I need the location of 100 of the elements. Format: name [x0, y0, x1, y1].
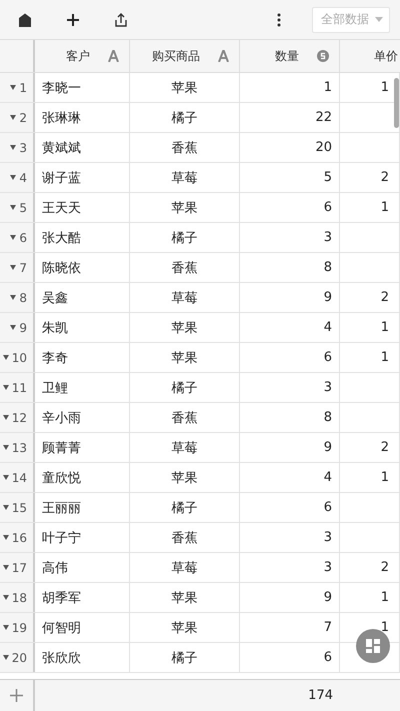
home-icon [18, 12, 32, 26]
share-icon [115, 12, 127, 26]
table-cell: 朱凯 [35, 313, 130, 342]
plus-icon [67, 14, 79, 26]
table-cell: 叶子宁 [35, 523, 130, 552]
table-cell: 橘子 [130, 373, 240, 402]
row-number[interactable]: 1 [0, 73, 35, 102]
column-header[interactable]: 单价 [374, 48, 398, 64]
table-cell: 2 [340, 163, 400, 192]
row-number[interactable]: 16 [0, 523, 35, 552]
table-cell: 苹果 [130, 613, 240, 642]
table-cell: 草莓 [130, 553, 240, 582]
table-cell: 吴鑫 [35, 283, 130, 312]
row-number[interactable]: 17 [0, 553, 35, 582]
caret-icon [2, 535, 9, 540]
table-cell: 李晓一 [35, 73, 130, 102]
table-cell: 4 [240, 463, 340, 492]
text-type-icon [108, 50, 119, 62]
column-header[interactable]: 数量 [240, 40, 340, 72]
table-cell: 胡季军 [35, 583, 130, 612]
more-icon [277, 12, 281, 26]
table-cell: 3 [240, 373, 340, 402]
row-number[interactable]: 8 [0, 283, 35, 312]
caret-icon [2, 355, 9, 360]
table-cell: 草莓 [130, 283, 240, 312]
row-number[interactable]: 11 [0, 373, 35, 402]
row-number[interactable]: 2 [0, 103, 35, 132]
row-number[interactable]: 3 [0, 133, 35, 162]
table-cell: 香蕉 [130, 133, 240, 162]
row-number[interactable]: 13 [0, 433, 35, 462]
table-cell: 2 [340, 553, 400, 582]
table-cell: 苹果 [130, 73, 240, 102]
table-cell: 7 [240, 613, 340, 642]
column-header[interactable]: 客户 [35, 40, 130, 72]
caret-icon [2, 445, 9, 450]
caret-icon [2, 625, 9, 630]
table-cell: 9 [240, 433, 340, 462]
caret-icon [10, 205, 16, 210]
caret-icon [2, 655, 9, 660]
table-cell: 辛小雨 [35, 403, 130, 432]
row-number[interactable]: 4 [0, 163, 35, 192]
column-header[interactable]: 购买商品 [130, 40, 240, 72]
caret-icon [10, 295, 16, 300]
text-type-icon [218, 50, 229, 62]
table-cell: 黄斌斌 [35, 133, 130, 162]
table-cell: 8 [240, 403, 340, 432]
column-total: 174 [307, 687, 334, 705]
table-cell: 20 [240, 133, 340, 162]
table-cell: 香蕉 [130, 253, 240, 282]
caret-icon [10, 265, 16, 270]
table-cell: 草莓 [130, 433, 240, 462]
table-cell: 苹果 [130, 583, 240, 612]
table-cell: 王天天 [35, 193, 130, 222]
table-cell: 童欣悦 [35, 463, 130, 492]
caret-icon [375, 17, 383, 22]
floating-button[interactable] [356, 629, 390, 663]
table-cell: 3 [240, 523, 340, 552]
table-cell: 6 [240, 193, 340, 222]
row-number[interactable]: 5 [0, 193, 35, 222]
table-cell: 6 [240, 643, 340, 672]
table-cell: 高伟 [35, 553, 130, 582]
table-cell: 5 [240, 163, 340, 192]
table-cell: 1 [340, 583, 400, 612]
table-cell: 王丽丽 [35, 493, 130, 522]
table-cell: 草莓 [130, 163, 240, 192]
row-number[interactable]: 6 [0, 223, 35, 252]
row-number[interactable]: 19 [0, 613, 35, 642]
table-cell: 顾菁菁 [35, 433, 130, 462]
row-number[interactable]: 12 [0, 403, 35, 432]
table-cell: 1 [340, 343, 400, 372]
table-cell: 李奇 [35, 343, 130, 372]
caret-icon [10, 85, 16, 90]
table-cell: 香蕉 [130, 403, 240, 432]
caret-icon [10, 325, 16, 330]
row-number[interactable]: 7 [0, 253, 35, 282]
caret-icon [2, 385, 9, 390]
table-cell: 8 [240, 253, 340, 282]
table-cell: 2 [340, 433, 400, 462]
caret-icon [2, 505, 9, 510]
caret-icon [10, 145, 16, 150]
caret-icon [2, 475, 9, 480]
grid-icon [366, 639, 380, 653]
row-number[interactable]: 10 [0, 343, 35, 372]
row-number[interactable]: 9 [0, 313, 35, 342]
coin-icon [317, 50, 329, 62]
row-number[interactable]: 18 [0, 583, 35, 612]
table-cell: 香蕉 [130, 523, 240, 552]
row-number[interactable]: 14 [0, 463, 35, 492]
table-cell: 3 [240, 223, 340, 252]
table-cell: 22 [240, 103, 340, 132]
table-cell: 苹果 [130, 343, 240, 372]
row-number[interactable]: 15 [0, 493, 35, 522]
scrollbar[interactable] [394, 78, 399, 128]
table-cell: 3 [240, 553, 340, 582]
caret-icon [10, 115, 16, 120]
table-cell: 何智明 [35, 613, 130, 642]
table-cell: 谢子蓝 [35, 163, 130, 192]
table-cell: 张琳琳 [35, 103, 130, 132]
row-number[interactable]: 20 [0, 643, 35, 672]
table-cell: 9 [240, 283, 340, 312]
